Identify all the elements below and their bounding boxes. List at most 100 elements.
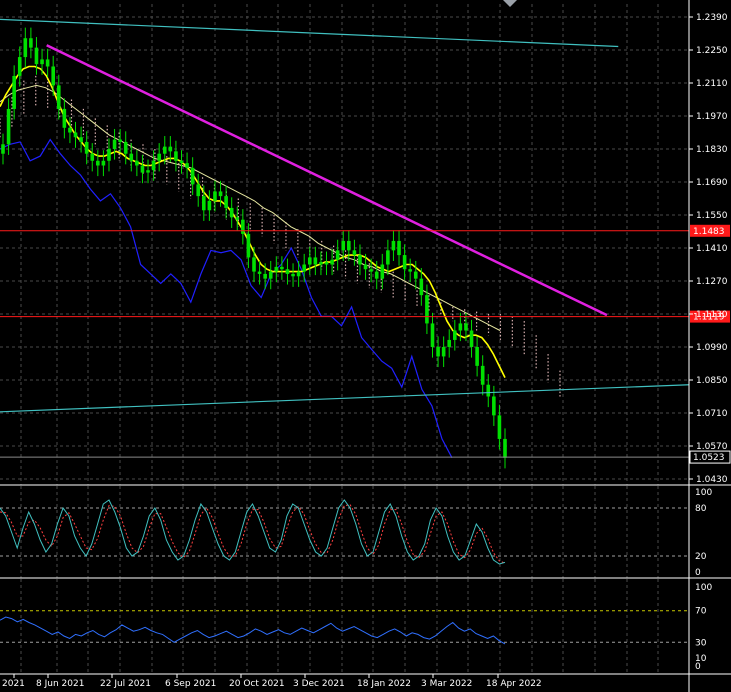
candle-body <box>324 262 329 265</box>
y-tick-label: 1.1130 <box>696 310 728 320</box>
candle-body <box>68 127 72 133</box>
candle-body <box>363 264 368 270</box>
x-tick-label: 6 Sep 2021 <box>165 679 216 689</box>
rsi-tick-label: 30 <box>695 638 707 648</box>
candle-body <box>179 160 184 164</box>
candle-body <box>168 146 173 152</box>
candle-body <box>229 207 234 218</box>
candle-body <box>51 66 55 86</box>
y-tick-label: 1.1270 <box>696 277 728 287</box>
candle-body <box>413 271 418 279</box>
stoch-tick-label: 20 <box>695 552 707 562</box>
candle-body <box>391 240 396 251</box>
current-price-label: 1.0523 <box>693 453 725 463</box>
y-tick-label: 1.2250 <box>696 46 728 56</box>
candle-body <box>285 269 290 274</box>
candle-body <box>146 170 150 173</box>
candle-body <box>84 141 89 154</box>
x-tick-label: 18 Jan 2022 <box>357 679 411 689</box>
level-price-label: 1.1483 <box>693 227 725 237</box>
candle-body <box>157 153 161 161</box>
x-tick-label: 18 Apr 2022 <box>486 679 542 689</box>
candle-body <box>447 339 452 347</box>
candle-body <box>62 108 67 128</box>
candle-body <box>335 250 340 260</box>
stoch-tick-label: 0 <box>695 568 701 578</box>
candle-body <box>492 396 496 416</box>
candle-body <box>1 144 5 154</box>
candle-body <box>386 250 390 265</box>
candle-body <box>34 47 39 65</box>
candle-body <box>252 257 256 272</box>
candle-body <box>90 153 95 161</box>
candle-body <box>140 165 145 173</box>
candle-body <box>162 146 167 154</box>
candle-body <box>453 330 457 340</box>
candle-body <box>257 271 262 274</box>
candle-body <box>101 160 106 166</box>
candle-body <box>246 233 251 258</box>
x-tick-label: 2021 <box>2 679 25 689</box>
candle-body <box>464 323 468 331</box>
candle-body <box>29 38 33 48</box>
candle-body <box>17 57 22 76</box>
rsi-tick-label: 0 <box>695 662 701 672</box>
candle-body <box>408 269 412 272</box>
stoch-tick-label: 80 <box>695 504 707 514</box>
candle-body <box>291 273 295 277</box>
candle-body <box>374 271 379 279</box>
y-tick-label: 1.0430 <box>696 475 728 485</box>
candle-body <box>436 347 440 357</box>
candle-body <box>430 323 435 347</box>
candle-body <box>218 191 223 197</box>
candle-body <box>419 278 424 296</box>
candle-body <box>235 217 240 220</box>
candle-body <box>129 153 134 161</box>
y-tick-label: 1.1550 <box>696 211 728 221</box>
candle-body <box>79 137 83 142</box>
candle-body <box>224 196 228 208</box>
candle-body <box>296 271 301 277</box>
candle-body <box>12 75 16 109</box>
y-tick-label: 1.0850 <box>696 376 728 386</box>
candle-body <box>263 273 267 279</box>
x-tick-label: 20 Oct 2021 <box>229 679 285 689</box>
candle-body <box>40 59 44 65</box>
candle-body <box>441 347 446 357</box>
candle-body <box>302 264 306 272</box>
candle-body <box>319 262 323 265</box>
chart-canvas: 1.14831.11191.0523 10080200 1007030100 1… <box>0 0 731 692</box>
candle-body <box>135 160 139 166</box>
candle-body <box>45 59 50 67</box>
candle-body <box>341 240 346 251</box>
candle-body <box>503 438 507 458</box>
candle-body <box>196 184 201 197</box>
candle-body <box>480 365 485 385</box>
candle-body <box>268 271 273 279</box>
candle-body <box>369 269 373 272</box>
candle-body <box>274 266 279 272</box>
y-tick-label: 1.0990 <box>696 343 728 353</box>
candle-body <box>123 141 128 154</box>
x-tick-label: 22 Jul 2021 <box>100 679 151 689</box>
candle-body <box>497 415 502 439</box>
y-tick-label: 1.1830 <box>696 145 728 155</box>
y-tick-label: 1.2390 <box>696 13 728 23</box>
candle-body <box>190 167 195 185</box>
candle-body <box>425 295 429 324</box>
y-tick-label: 1.1410 <box>696 244 728 254</box>
candle-body <box>96 160 100 166</box>
x-tick-label: 3 Dec 2021 <box>293 679 345 689</box>
y-tick-label: 1.2110 <box>696 79 728 89</box>
candle-body <box>475 347 479 366</box>
y-tick-label: 1.0570 <box>696 442 728 452</box>
candle-body <box>118 139 122 142</box>
candle-body <box>151 160 156 171</box>
candle-body <box>358 255 362 265</box>
candle-body <box>107 149 111 161</box>
candle-body <box>241 219 245 234</box>
candle-body <box>313 257 318 265</box>
chart-background <box>0 0 731 692</box>
candle-body <box>280 266 284 270</box>
candle-body <box>213 191 217 201</box>
